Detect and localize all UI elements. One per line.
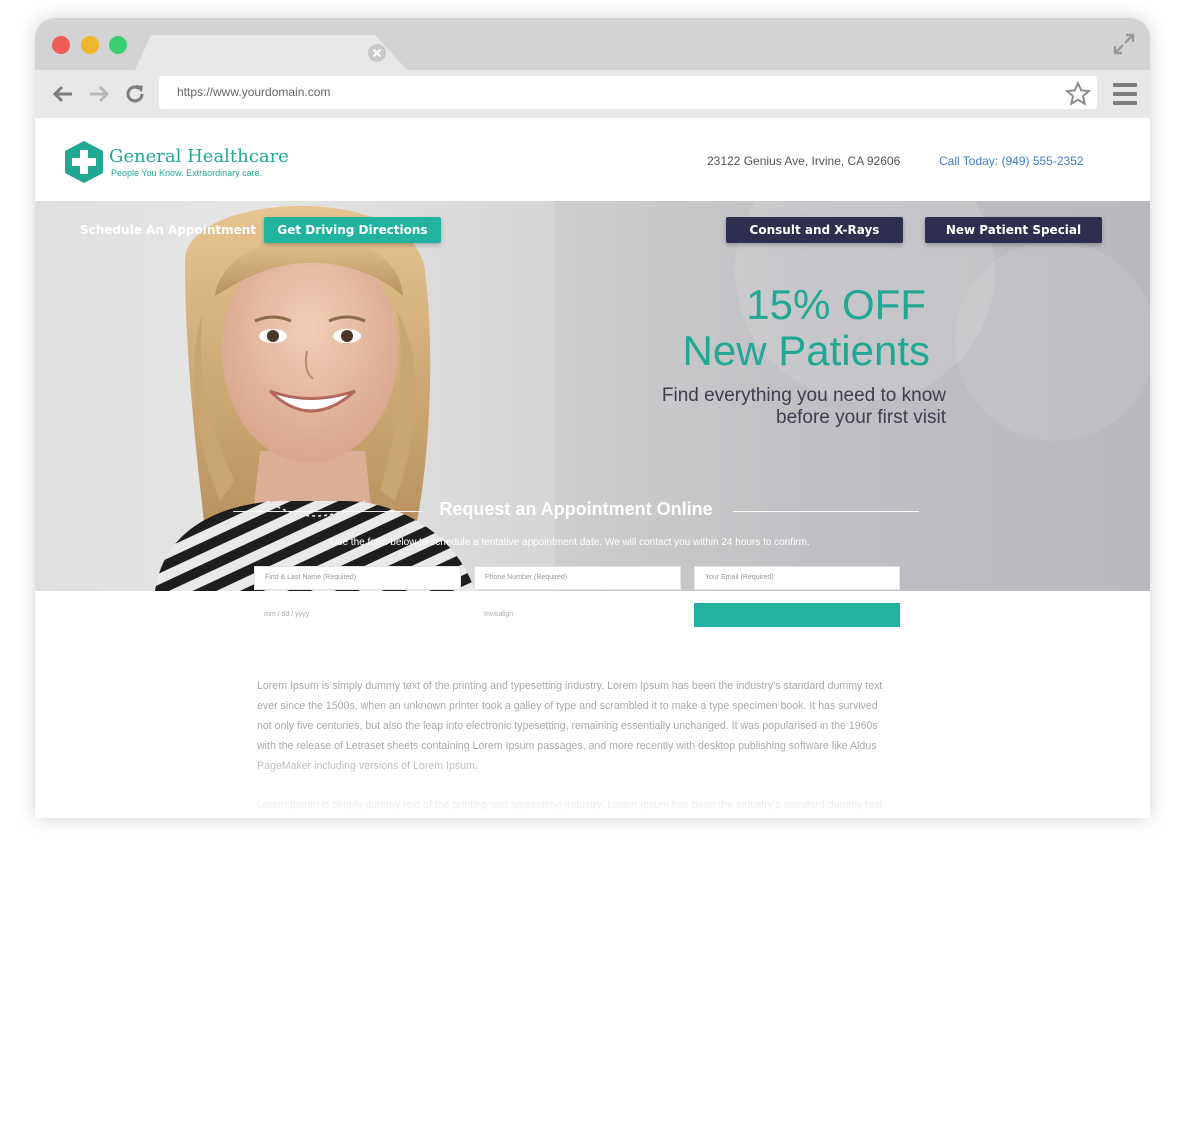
- service-select[interactable]: Invisalign: [484, 611, 513, 618]
- date-field[interactable]: mm / dd / yyyy: [264, 611, 309, 618]
- site-header: General Healthcare People You Know. Extr…: [35, 118, 1150, 201]
- body-paragraph: Lorem Ipsum is simply dummy text of the …: [257, 799, 883, 811]
- email-field[interactable]: Your Email (Required): [694, 566, 900, 590]
- promo-discount: 15% OFF: [746, 281, 926, 328]
- background-bokeh: [955, 241, 1150, 441]
- brand-tagline: People You Know. Extraordinary care.: [111, 168, 263, 178]
- call-phone-link[interactable]: Call Today: (949) 555-2352: [939, 154, 1084, 168]
- maximize-window-button[interactable]: [109, 36, 127, 54]
- body-paragraph: Lorem Ipsum is simply dummy text of the …: [257, 680, 883, 772]
- consult-xrays-button[interactable]: Consult and X-Rays: [726, 217, 903, 243]
- menu-icon[interactable]: [1113, 83, 1137, 105]
- address-bar[interactable]: https://www.yourdomain.com: [159, 76, 1097, 109]
- close-window-button[interactable]: [52, 36, 70, 54]
- medical-cross-logo-icon: [65, 141, 103, 183]
- smiling-woman-photo: [35, 201, 555, 591]
- new-patient-special-button[interactable]: New Patient Special: [925, 217, 1102, 243]
- promo-title: New Patients: [682, 327, 930, 374]
- submit-button[interactable]: [694, 603, 900, 627]
- form-heading: Request an Appointment Online: [233, 499, 919, 523]
- minimize-window-button[interactable]: [81, 36, 99, 54]
- brand-name[interactable]: General Healthcare: [109, 146, 289, 167]
- driving-directions-button[interactable]: Get Driving Directions: [264, 217, 441, 243]
- promo-subtitle-line: Find everything you need to know: [661, 385, 946, 406]
- forward-arrow-icon[interactable]: [87, 82, 111, 106]
- form-description: Use the form below to schedule a tentati…: [330, 537, 810, 548]
- promo-subtitle-line: before your first visit: [776, 407, 946, 428]
- promo-subtitle: Find everything you need to know before …: [526, 385, 946, 429]
- close-tab-icon[interactable]: [368, 44, 386, 62]
- reload-icon[interactable]: [123, 82, 147, 106]
- browser-toolbar: https://www.yourdomain.com: [35, 70, 1150, 118]
- back-arrow-icon[interactable]: [51, 82, 75, 106]
- phone-field[interactable]: Phone Number (Required): [474, 566, 681, 590]
- tab-bar: [35, 18, 1150, 70]
- fullscreen-icon[interactable]: [1112, 32, 1136, 56]
- clinic-address: 23122 Genius Ave, Irvine, CA 92606: [707, 154, 901, 168]
- name-field[interactable]: First & Last Name (Required): [254, 566, 461, 590]
- schedule-appointment-link[interactable]: Schedule An Appointment: [80, 223, 256, 237]
- browser-tab[interactable]: [135, 35, 407, 70]
- form-title: Request an Appointment Online: [439, 499, 713, 519]
- bookmark-star-icon[interactable]: [1065, 81, 1091, 107]
- hero-banner: Schedule An Appointment Get Driving Dire…: [35, 201, 1150, 591]
- browser-window: https://www.yourdomain.com General Healt…: [35, 18, 1150, 818]
